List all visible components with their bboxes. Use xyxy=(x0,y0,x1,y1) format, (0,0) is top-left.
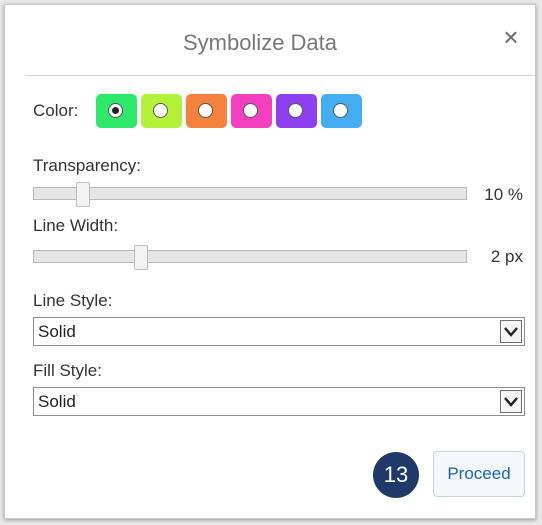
dialog-header: Symbolize Data × xyxy=(25,5,535,76)
symbolize-data-dialog: Symbolize Data × Color: Transparency: 10… xyxy=(4,4,536,519)
radio-icon xyxy=(153,103,168,118)
line-width-slider[interactable] xyxy=(33,245,467,270)
color-label: Color: xyxy=(33,101,79,120)
color-swatches xyxy=(96,94,362,128)
radio-icon xyxy=(288,103,303,118)
close-icon[interactable]: × xyxy=(499,24,523,50)
transparency-value: 10 % xyxy=(484,185,523,204)
color-swatch-purple[interactable] xyxy=(276,94,317,128)
radio-icon xyxy=(243,103,258,118)
chevron-down-icon[interactable] xyxy=(500,390,522,413)
color-swatch-blue[interactable] xyxy=(321,94,362,128)
proceed-button[interactable]: Proceed xyxy=(433,451,525,497)
color-swatch-orange[interactable] xyxy=(186,94,227,128)
line-style-selected-value: Solid xyxy=(38,322,76,341)
line-width-slider-handle[interactable] xyxy=(134,245,148,270)
chevron-down-icon[interactable] xyxy=(500,320,522,343)
line-width-value: 2 px xyxy=(490,247,523,266)
radio-icon xyxy=(108,103,123,118)
fill-style-label: Fill Style: xyxy=(33,361,102,380)
color-swatch-pink[interactable] xyxy=(231,94,272,128)
transparency-slider[interactable] xyxy=(33,182,467,207)
color-swatch-lime[interactable] xyxy=(141,94,182,128)
fill-style-selected-value: Solid xyxy=(38,392,76,411)
dialog-title: Symbolize Data xyxy=(182,30,338,55)
transparency-label: Transparency: xyxy=(33,156,142,175)
fill-style-select[interactable]: Solid xyxy=(33,387,525,416)
color-swatch-green[interactable] xyxy=(96,94,137,128)
radio-icon xyxy=(198,103,213,118)
line-style-label: Line Style: xyxy=(33,291,113,310)
line-width-label: Line Width: xyxy=(33,216,119,235)
transparency-slider-handle[interactable] xyxy=(76,182,90,207)
line-style-select[interactable]: Solid xyxy=(33,317,525,346)
radio-icon xyxy=(333,103,348,118)
step-number-badge: 13 xyxy=(373,452,419,498)
